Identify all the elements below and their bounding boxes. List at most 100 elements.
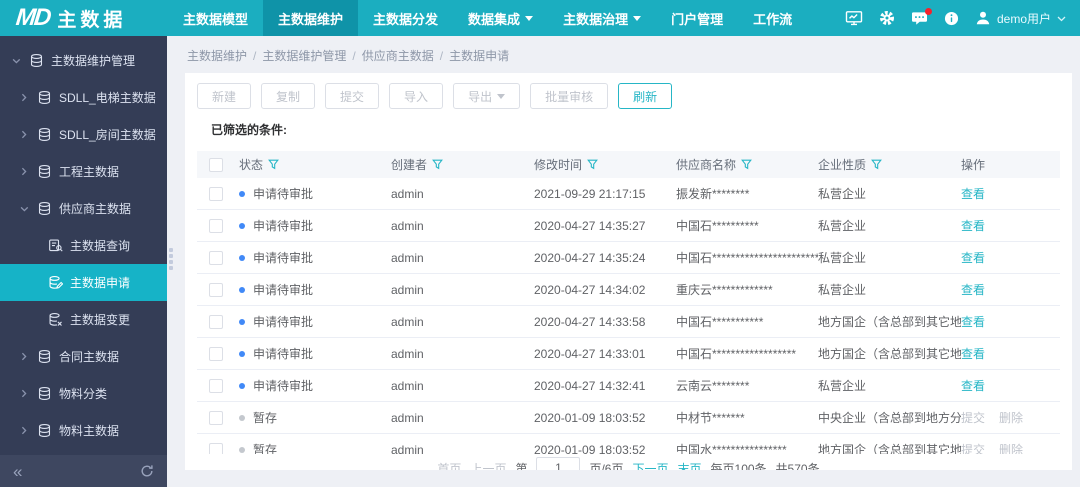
caret-down-icon [497,94,506,99]
action-link[interactable]: 提交 [961,411,985,425]
sidebar-item[interactable]: 主数据维护管理 [0,42,167,79]
top-nav-item[interactable]: 工作流 [738,0,807,36]
status-cell: 申请待审批 [239,345,391,362]
row-checkbox[interactable] [209,186,223,201]
row-checkbox[interactable] [209,410,223,425]
action-link[interactable]: 查看 [961,219,985,233]
filtered-conditions-label: 已筛选的条件: [211,123,287,137]
row-checkbox[interactable] [209,218,223,233]
supplier-name-cell: 中国石************************ [676,251,818,265]
top-nav-item-label: 主数据维护 [278,11,344,27]
pagination-first[interactable]: 首页 [437,460,461,471]
row-checkbox[interactable] [209,442,223,454]
sidebar-item[interactable]: 物料主数据 [0,412,167,449]
top-nav-item[interactable]: 主数据模型 [168,0,263,36]
sidebar-item[interactable]: 工程主数据 [0,153,167,190]
top-nav-item[interactable]: 门户管理 [656,0,738,36]
top-nav-item[interactable]: 数据集成 [453,0,548,36]
toolbar-button[interactable]: 复制 [261,83,316,109]
info-icon[interactable] [944,11,959,26]
pagination-prev[interactable]: 上一页 [470,460,506,471]
gear-icon[interactable] [879,10,895,26]
page-number-input[interactable] [536,457,581,470]
actions-cell: 提交 删除 [961,441,1060,454]
action-link[interactable]: 查看 [961,347,985,361]
enterprise-type-cell: 私营企业 [818,283,867,297]
supplier-name-cell: 中国石*********** [676,315,764,329]
database-icon [37,164,52,179]
enterprise-type-cell: 地方国企（含总部到其它地方... [818,347,961,361]
chevron-right-icon [18,389,30,398]
sidebar-item[interactable]: 供应商主数据 [0,190,167,227]
status-dot [239,382,245,389]
user-name: demo用户 [996,11,1051,26]
status-cell: 暂存 [239,441,391,454]
select-all-checkbox[interactable] [209,157,223,172]
filter-funnel-icon[interactable] [587,159,598,170]
toolbar-button[interactable]: 提交 [325,83,380,109]
sidebar-refresh-icon[interactable] [140,464,154,478]
top-nav-item[interactable]: 主数据治理 [548,0,656,36]
filter-funnel-icon[interactable] [741,159,752,170]
message-icon[interactable] [911,7,932,26]
breadcrumb-item[interactable]: 主数据维护管理 [262,49,346,63]
sidebar-item[interactable]: SDLL_电梯主数据 [0,79,167,116]
column-header-label: 修改时间 [534,158,583,172]
sidebar-resize-handle[interactable] [169,248,173,270]
breadcrumb-item[interactable]: 主数据维护 [187,49,247,63]
database-icon [29,53,44,68]
top-nav-item-label: 工作流 [753,11,793,27]
table-row: 申请待审批 admin 2020-04-27 14:35:27 中国石********… [197,210,1060,242]
sidebar-item[interactable]: 物料分类 [0,375,167,412]
toolbar-button[interactable]: 批量审核 [530,83,609,109]
logo-title: 主数据 [57,9,127,31]
sidebar-item[interactable]: SDLL_房间主数据 [0,116,167,153]
action-link[interactable]: 删除 [999,443,1023,454]
sidebar-item[interactable]: 主数据申请 [0,264,167,301]
enterprise-type-cell: 私营企业 [818,251,867,265]
sidebar-item-label: 物料主数据 [59,424,120,438]
action-link[interactable]: 删除 [999,411,1023,425]
monitor-chart-icon[interactable] [845,10,863,26]
action-link[interactable]: 提交 [961,443,985,454]
row-checkbox[interactable] [209,346,223,361]
button-label: 复制 [276,89,301,104]
sidebar-item[interactable]: 合同主数据 [0,338,167,375]
filter-funnel-icon[interactable] [871,159,882,170]
user-menu[interactable]: demo用户 [975,10,1066,27]
modified-time-cell: 2020-01-09 18:03:52 [534,410,646,425]
supplier-name-cell: 重庆云************* [676,283,773,297]
action-link[interactable]: 查看 [961,187,985,201]
row-checkbox[interactable] [209,250,223,265]
sidebar-item[interactable]: 主数据变更 [0,301,167,338]
refresh-button[interactable]: 刷新 [618,83,673,109]
row-checkbox[interactable] [209,378,223,393]
sidebar-collapse-icon[interactable]: « [13,463,22,480]
action-link[interactable]: 查看 [961,283,985,297]
breadcrumb-item[interactable]: 供应商主数据 [362,49,434,63]
toolbar-button[interactable]: 导出 [453,83,521,109]
chevron-right-icon [18,352,30,361]
action-link[interactable]: 查看 [961,379,985,393]
status-dot [239,318,245,325]
toolbar-button[interactable]: 导入 [389,83,444,109]
sidebar-item[interactable]: 主数据查询 [0,227,167,264]
caret-down-icon [525,16,534,21]
top-nav-item[interactable]: 主数据维护 [263,0,359,36]
pagination-last[interactable]: 末页 [678,460,702,471]
supplier-name-cell: 中国石********** [676,219,759,233]
action-link[interactable]: 查看 [961,251,985,265]
pagination-next[interactable]: 下一页 [632,460,668,471]
top-nav-item[interactable]: 主数据分发 [358,0,453,36]
action-link[interactable]: 查看 [961,315,985,329]
toolbar-button[interactable]: 新建 [197,83,252,109]
status-cell: 暂存 [239,409,391,426]
filter-funnel-icon[interactable] [432,159,443,170]
user-chevron-down-icon [1057,11,1066,25]
table-row: 申请待审批 admin 2020-04-27 14:34:02 重庆云********… [197,274,1060,306]
row-checkbox[interactable] [209,314,223,329]
filter-funnel-icon[interactable] [268,159,279,170]
row-checkbox[interactable] [209,282,223,297]
sidebar-item-label: 主数据维护管理 [51,54,136,68]
breadcrumb-item[interactable]: 主数据申请 [449,49,509,63]
